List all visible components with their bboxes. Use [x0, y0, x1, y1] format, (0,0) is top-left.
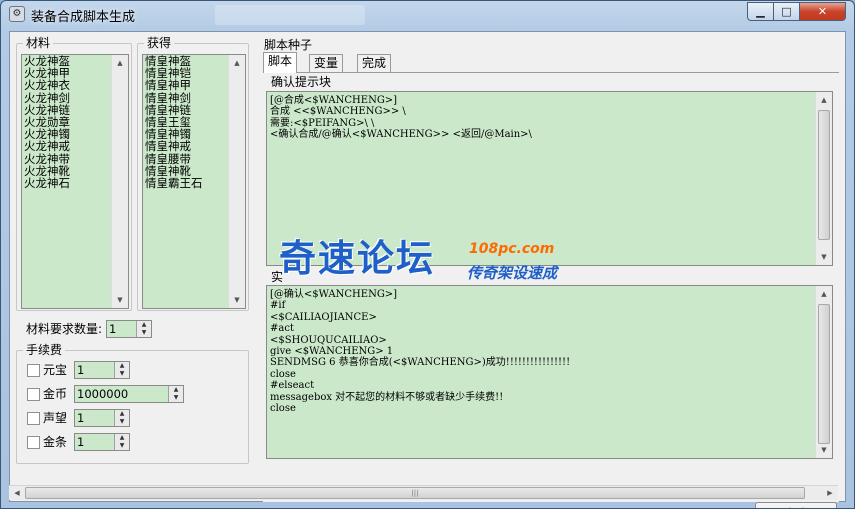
spin-up-icon[interactable]: ▲: [115, 362, 129, 370]
scroll-up-arrow[interactable]: ▲: [229, 55, 245, 71]
spin-down-icon[interactable]: ▼: [115, 442, 129, 450]
scroll-down-arrow[interactable]: ▼: [816, 249, 832, 265]
code-line: SENDMSG 6 恭喜你合成(<$WANCHENG>)成功!!!!!!!!!!…: [270, 357, 571, 369]
scroll-right-arrow[interactable]: ▶: [822, 486, 838, 500]
spin-buttons[interactable]: ▲ ▼: [136, 321, 151, 337]
confirm-code: [@合成<$WANCHENG>] 合成 <<$WANCHENG>> \ 需要:<$P…: [267, 95, 532, 141]
materials-group: 材料 火龙神盔 火龙神甲 火龙神衣 火龙神剑 火龙神链 火龙勋章 火龙神镯 火龙神戒 火龙神带火…: [16, 36, 132, 311]
horizontal-scrollbar[interactable]: ◀ ||| ▶: [9, 485, 838, 500]
spin-up-icon[interactable]: ▲: [115, 410, 129, 418]
spin-buttons[interactable]: ▲ ▼: [168, 386, 183, 402]
watermark-main: 奇速论坛: [279, 237, 435, 280]
confirm-scrollbar[interactable]: ▲ ▼: [815, 92, 832, 265]
prestige-label: 声望: [43, 411, 68, 425]
spin-up-icon[interactable]: ▲: [115, 434, 129, 442]
tab-finish[interactable]: 完成: [357, 54, 392, 72]
watermark-domain: 108pc.com: [469, 241, 555, 257]
spin-up-icon[interactable]: ▲: [169, 386, 183, 394]
scroll-thumb[interactable]: |||: [25, 487, 805, 499]
spin-up-icon[interactable]: ▲: [137, 321, 151, 329]
code-line: 合成 <<$WANCHENG>> \: [270, 106, 406, 118]
tab-panel: 确认提示块 [@合成<$WANCHENG>] 合成 <<$WANCHENG>> \…: [263, 72, 839, 502]
scroll-up-arrow[interactable]: ▲: [816, 92, 832, 108]
gold-bar-spinner[interactable]: ▲ ▼: [74, 433, 130, 451]
spin-down-icon[interactable]: ▼: [169, 394, 183, 402]
code-line: 需要:<$PEIFANG>\ \: [270, 117, 375, 129]
yuanbao-label: 元宝: [43, 363, 68, 377]
watermark-slogan: 传奇架设速成: [467, 264, 558, 282]
prestige-input[interactable]: [75, 410, 114, 426]
taskbar-ghost: [215, 5, 365, 25]
obtained-label: 获得: [144, 36, 175, 50]
scroll-down-arrow[interactable]: ▼: [816, 442, 832, 458]
watermark-logo: 奇速论坛 108pc.com 传奇架设速成: [279, 237, 579, 287]
materials-label: 材料: [23, 36, 54, 50]
code-line: <确认合成/@确认<$WANCHENG>> <返回/@Main>\: [270, 129, 532, 141]
gold-bar-checkbox[interactable]: [27, 436, 40, 449]
yuanbao-spinner[interactable]: ▲ ▼: [74, 361, 130, 379]
implement-scrollbar[interactable]: ▲ ▼: [815, 286, 832, 458]
materials-scrollbar[interactable]: ▲ ▼: [111, 55, 128, 308]
close-button[interactable]: ✕: [799, 2, 846, 21]
spin-buttons[interactable]: ▲ ▼: [114, 434, 129, 450]
main-window: ⚙ 装备合成脚本生成 ▁ □ ✕ 材料 火龙神盔 火龙神甲 火龙神衣 火龙神剑 火龙神链…: [0, 0, 855, 509]
code-line: #if: [270, 300, 286, 312]
fees-group: 手续费 元宝 ▲ ▼ 金币 ▲ ▼ 声望: [16, 343, 249, 464]
confirm-block-label: 确认提示块: [271, 75, 332, 89]
gold-coin-checkbox[interactable]: [27, 388, 40, 401]
scroll-down-arrow[interactable]: ▼: [112, 292, 128, 308]
prestige-checkbox[interactable]: [27, 412, 40, 425]
code-line: close: [270, 368, 296, 380]
code-line: <$SHOUQUCAILIAO>: [270, 334, 387, 346]
scroll-thumb[interactable]: [818, 110, 830, 240]
scroll-up-arrow[interactable]: ▲: [112, 55, 128, 71]
tab-variables[interactable]: 变量: [309, 54, 344, 72]
app-icon: ⚙: [9, 6, 25, 22]
material-count-label: 材料要求数量:: [26, 322, 103, 336]
implement-block-editor[interactable]: [@确认<$WANCHENG>] #if <$CAILIAOJIANCE> #act <…: [266, 285, 833, 459]
material-count-input[interactable]: [107, 321, 136, 337]
window-title: 装备合成脚本生成: [31, 10, 136, 25]
spin-buttons[interactable]: ▲ ▼: [114, 410, 129, 426]
obtained-scrollbar[interactable]: ▲ ▼: [228, 55, 245, 308]
scroll-left-arrow[interactable]: ◀: [9, 486, 25, 500]
prestige-spinner[interactable]: ▲ ▼: [74, 409, 130, 427]
obtained-listbox[interactable]: 情皇神盔 情皇神铠 情皇神甲 情皇神剑 情皇神链 情皇王玺 情皇神镯 情皇神戒 情皇腰带 情皇神靴…: [142, 54, 246, 309]
yuanbao-input[interactable]: [75, 362, 114, 378]
tab-script[interactable]: 脚本: [263, 52, 298, 73]
gold-coin-input[interactable]: [75, 386, 168, 402]
yuanbao-checkbox[interactable]: [27, 364, 40, 377]
code-line: give <$WANCHENG> 1: [270, 345, 394, 357]
maximize-button[interactable]: □: [773, 2, 800, 21]
spin-down-icon[interactable]: ▼: [115, 418, 129, 426]
code-line: #act: [270, 323, 294, 335]
code-line: [@合成<$WANCHENG>]: [270, 95, 398, 106]
materials-listbox[interactable]: 火龙神盔 火龙神甲 火龙神衣 火龙神剑 火龙神链 火龙勋章 火龙神镯 火龙神戒 火龙神带 火龙神靴…: [21, 54, 129, 309]
grip-icon: |||: [411, 489, 419, 497]
code-line: [@确认<$WANCHENG>]: [270, 289, 398, 300]
generate-button[interactable]: 生成: [755, 502, 837, 508]
code-line: <$CAILIAOJIANCE>: [270, 311, 377, 323]
code-line: #elseact: [270, 380, 315, 392]
obtained-group: 获得 情皇神盔 情皇神铠 情皇神甲 情皇神剑 情皇神链 情皇王玺 情皇神镯 情皇神戒 情皇腰带情…: [137, 36, 249, 311]
minimize-button[interactable]: ▁: [747, 2, 774, 21]
code-line: close: [270, 402, 296, 414]
gold-bar-input[interactable]: [75, 434, 114, 450]
script-seed-label: 脚本种子: [264, 38, 313, 52]
spin-down-icon[interactable]: ▼: [137, 329, 151, 337]
fees-label: 手续费: [23, 343, 66, 357]
scroll-thumb[interactable]: [818, 304, 830, 444]
gold-coin-spinner[interactable]: ▲ ▼: [74, 385, 184, 403]
gold-bar-label: 金条: [43, 435, 68, 449]
title-bar[interactable]: ⚙ 装备合成脚本生成 ▁ □ ✕: [1, 1, 854, 29]
spin-down-icon[interactable]: ▼: [115, 370, 129, 378]
scroll-up-arrow[interactable]: ▲: [816, 286, 832, 302]
code-line: messagebox 对不起您的材料不够或者缺少手续费!!: [270, 391, 504, 403]
spin-buttons[interactable]: ▲ ▼: [114, 362, 129, 378]
gold-coin-label: 金币: [43, 387, 68, 401]
scroll-down-arrow[interactable]: ▼: [229, 292, 245, 308]
material-count-spinner[interactable]: ▲ ▼: [106, 320, 152, 338]
implement-code: [@确认<$WANCHENG>] #if <$CAILIAOJIANCE> #act <…: [267, 289, 570, 414]
